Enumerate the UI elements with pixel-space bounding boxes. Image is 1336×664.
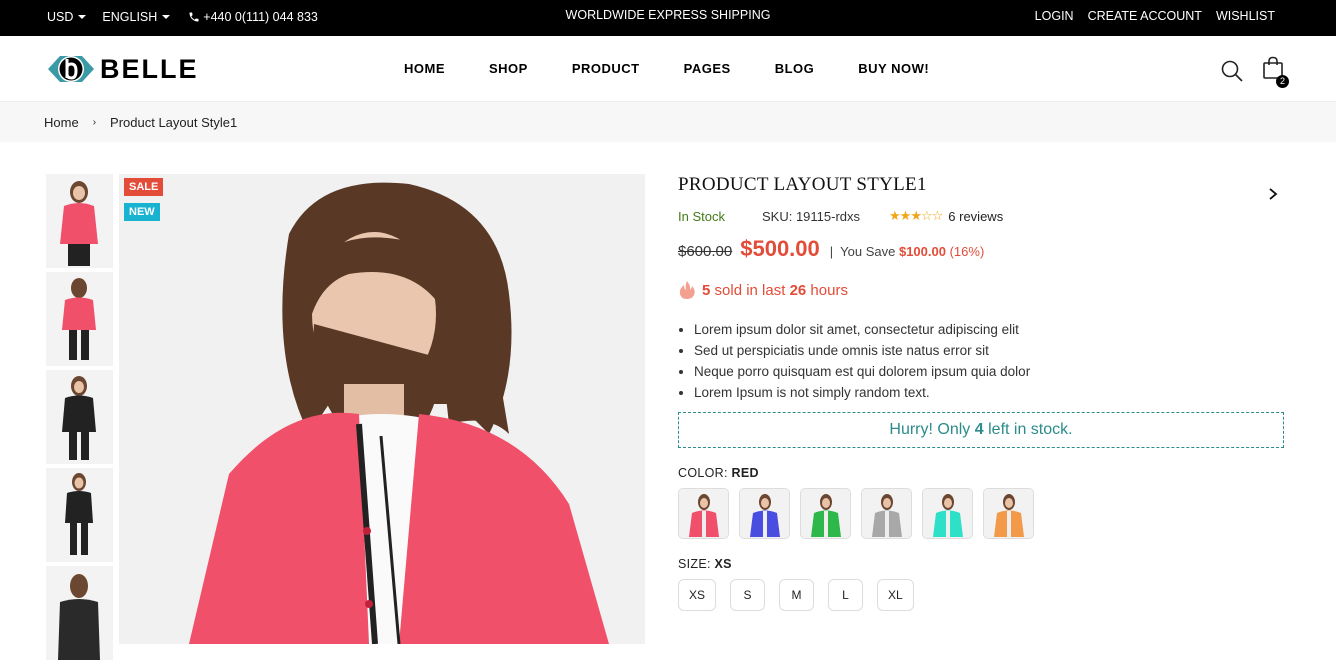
product-info: PRODUCT LAYOUT STYLE1 In Stock SKU: 1911… (678, 174, 1284, 611)
breadcrumb-current: Product Layout Style1 (110, 114, 238, 130)
color-swatch-4[interactable] (861, 488, 912, 539)
logo[interactable]: BELLE (46, 51, 199, 87)
save-amount: $100.00 (898, 244, 946, 259)
main-nav: HOME SHOP PRODUCT PAGES BLOG BUY NOW! (404, 61, 973, 76)
thumbnail-3[interactable] (46, 370, 113, 464)
old-price: $600.00 (678, 243, 733, 260)
breadcrumb-separator-icon: › (92, 116, 97, 128)
list-item: Sed ut perspiciatis unde omnis iste natu… (694, 343, 1284, 358)
size-option-s[interactable]: S (730, 579, 766, 611)
rating-stars: ★★★☆☆ (889, 208, 944, 224)
reviews-link[interactable]: 6 reviews (948, 209, 1003, 224)
new-tag: NEW (124, 203, 160, 221)
product-features: Lorem ipsum dolor sit amet, consectetur … (678, 322, 1284, 400)
nav-home[interactable]: HOME (404, 61, 445, 76)
selected-color: RED (731, 466, 759, 480)
thumbnail-list (46, 174, 114, 664)
sold-suffix: hours (810, 281, 848, 299)
thumbnail-1[interactable] (46, 174, 113, 268)
star-full-icon: ★ (899, 208, 912, 223)
breadcrumb-home[interactable]: Home (44, 115, 79, 130)
hurry-prefix: Hurry! Only (889, 421, 971, 438)
fire-icon (679, 281, 695, 299)
hurry-suffix: left in stock. (988, 421, 1073, 438)
nav-blog[interactable]: BLOG (775, 61, 815, 76)
you-save: | You Save $100.00 (16%) (830, 244, 985, 259)
color-label: COLOR: RED (678, 466, 1284, 480)
site-header: BELLE HOME SHOP PRODUCT PAGES BLOG BUY N… (0, 36, 1336, 102)
thumbnail-5[interactable] (46, 566, 113, 660)
size-option-xs[interactable]: XS (678, 579, 717, 611)
price-row: $600.00 $500.00 | You Save $100.00 (16%) (678, 236, 1284, 262)
star-empty-icon: ☆ (931, 208, 944, 223)
login-link[interactable]: LOGIN (1035, 9, 1074, 23)
sold-hours: 26 (789, 281, 807, 299)
nav-buy-now[interactable]: BUY NOW! (858, 61, 929, 76)
thumbnail-4[interactable] (46, 468, 113, 562)
product-sku: SKU: 19115-rdxs (762, 208, 861, 224)
thumbnail-2[interactable] (46, 272, 113, 366)
list-item: Lorem Ipsum is not simply random text. (694, 385, 1284, 400)
price-separator: | (829, 244, 834, 259)
logo-mark-icon (48, 56, 94, 82)
nav-shop[interactable]: SHOP (489, 61, 528, 76)
color-swatch-3[interactable] (800, 488, 851, 539)
size-label-text: SIZE: (678, 557, 711, 571)
color-swatch-5[interactable] (922, 488, 973, 539)
list-item: Lorem ipsum dolor sit amet, consectetur … (694, 322, 1284, 337)
wishlist-link[interactable]: WISHLIST (1216, 9, 1275, 23)
nav-pages[interactable]: PAGES (684, 61, 731, 76)
search-icon[interactable] (1220, 59, 1244, 83)
top-bar: USD ENGLISH +440 0(111) 044 833 WORLDWID… (0, 0, 1336, 36)
hurry-count: 4 (974, 421, 984, 438)
save-percent: (16%) (949, 244, 985, 259)
cart-count-badge: 2 (1276, 75, 1289, 88)
sale-price: $500.00 (740, 236, 820, 261)
selected-size: XS (714, 557, 732, 571)
product-meta: In Stock SKU: 19115-rdxs ★★★☆☆ 6 reviews (678, 208, 1284, 224)
color-label-text: COLOR: (678, 466, 728, 480)
logo-text: BELLE (100, 53, 199, 84)
star-full-icon: ★ (889, 208, 901, 223)
sold-text: sold in last (714, 281, 786, 299)
size-option-m[interactable]: M (779, 579, 815, 611)
color-swatches (678, 488, 1284, 539)
nav-product[interactable]: PRODUCT (572, 61, 640, 76)
create-account-link[interactable]: CREATE ACCOUNT (1088, 9, 1202, 23)
you-save-label: You Save (840, 244, 896, 259)
size-option-l[interactable]: L (828, 579, 864, 611)
breadcrumb: Home › Product Layout Style1 (0, 102, 1336, 142)
sale-tag: SALE (124, 178, 164, 196)
stock-status: In Stock (678, 208, 725, 224)
product-title: PRODUCT LAYOUT STYLE1 (678, 174, 927, 195)
color-swatch-1[interactable] (678, 488, 729, 539)
list-item: Neque porro quisquam est qui dolorem ips… (694, 364, 1284, 379)
sold-notice: 5 sold in last 26 hours (678, 280, 1284, 300)
color-swatch-2[interactable] (739, 488, 790, 539)
star-empty-icon: ☆ (920, 208, 933, 223)
size-options: XS S M L XL (678, 579, 1284, 611)
main-product-image[interactable] (119, 174, 645, 644)
color-swatch-6[interactable] (983, 488, 1034, 539)
cart-button[interactable]: 2 (1262, 56, 1289, 88)
sold-count: 5 (702, 281, 711, 299)
next-product-chevron-icon[interactable] (1268, 188, 1278, 200)
size-label: SIZE: XS (678, 557, 1284, 571)
stock-urgency-box: Hurry! Only 4 left in stock. (678, 412, 1284, 448)
size-option-xl[interactable]: XL (877, 579, 914, 611)
star-full-icon: ★ (910, 208, 922, 223)
